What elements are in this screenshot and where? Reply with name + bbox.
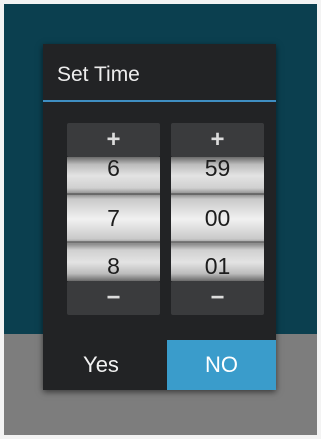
screen: Set Time + 6 7 8 − + 59 00 01 − Yes NO — [4, 4, 317, 435]
drum-separator — [67, 193, 160, 195]
drum-separator — [171, 193, 264, 195]
hour-current-value: 7 — [107, 205, 120, 231]
drum-separator — [67, 241, 160, 243]
minute-next-value[interactable]: 01 — [171, 253, 264, 280]
minute-drum[interactable]: 59 00 01 — [171, 157, 264, 281]
no-button[interactable]: NO — [167, 340, 276, 390]
minute-increment-button[interactable]: + — [171, 123, 264, 157]
dialog-title: Set Time — [57, 63, 140, 86]
title-divider — [43, 100, 276, 102]
minute-current-value: 00 — [204, 205, 231, 231]
minute-decrement-button[interactable]: − — [171, 281, 264, 315]
hour-drum[interactable]: 6 7 8 — [67, 157, 160, 281]
hour-picker: + 6 7 8 − — [67, 123, 160, 315]
hour-next-value[interactable]: 8 — [67, 253, 160, 280]
set-time-dialog: Set Time + 6 7 8 − + 59 00 01 − Yes NO — [43, 44, 276, 390]
yes-button[interactable]: Yes — [43, 340, 159, 390]
drum-separator — [171, 241, 264, 243]
hour-increment-button[interactable]: + — [67, 123, 160, 157]
hour-decrement-button[interactable]: − — [67, 281, 160, 315]
hour-previous-value[interactable]: 6 — [67, 157, 160, 182]
minute-previous-value[interactable]: 59 — [171, 157, 264, 182]
minute-picker: + 59 00 01 − — [171, 123, 264, 315]
